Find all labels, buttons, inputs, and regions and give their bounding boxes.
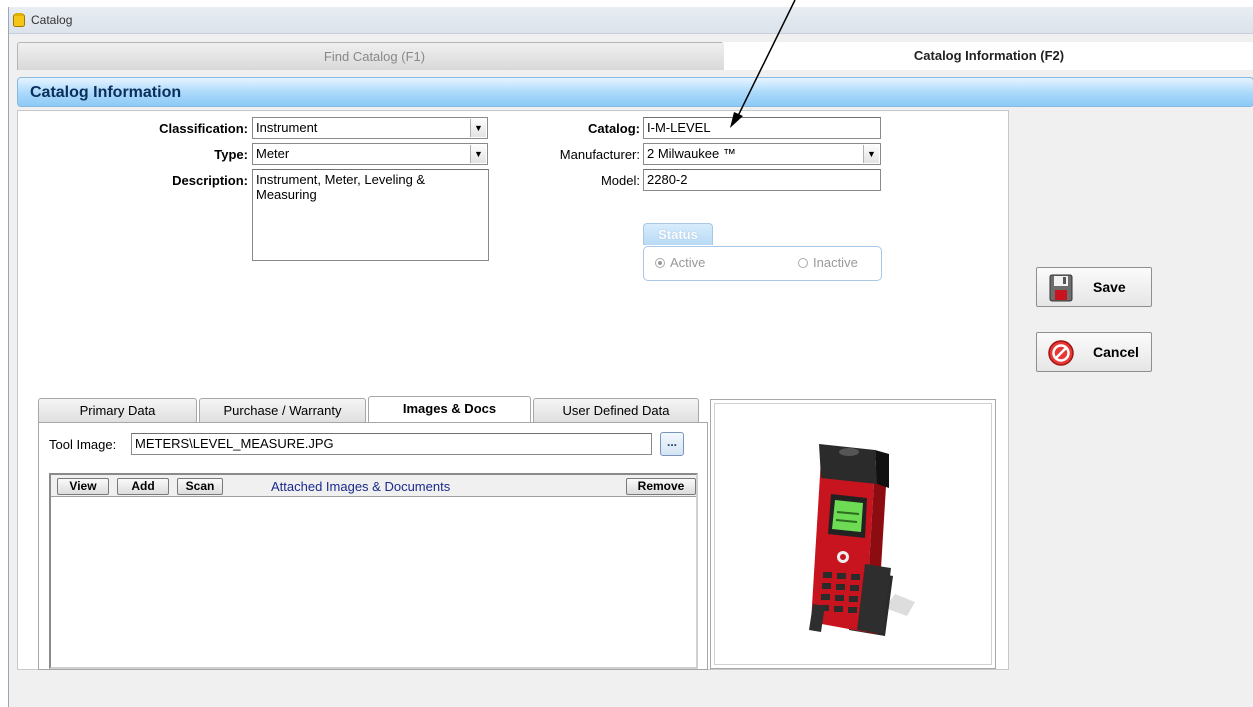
tab-find-catalog[interactable]: Find Catalog (F1): [17, 42, 732, 70]
tab-catalog-information[interactable]: Catalog Information (F2): [724, 42, 1253, 70]
combo-arrow-icon[interactable]: ▼: [863, 145, 879, 163]
type-combo[interactable]: Meter ▼: [252, 143, 488, 165]
view-button[interactable]: View: [57, 478, 109, 495]
save-disk-icon: [1049, 274, 1073, 302]
type-label: Type:: [214, 147, 248, 162]
add-button[interactable]: Add: [117, 478, 169, 495]
attached-documents-list[interactable]: View Add Scan Attached Images & Document…: [49, 473, 698, 669]
documents-list-title: Attached Images & Documents: [271, 479, 451, 494]
tool-image-inner-border: [714, 403, 992, 665]
tool-image-label: Tool Image:: [49, 437, 117, 452]
save-button[interactable]: Save: [1036, 267, 1152, 307]
status-active-radio[interactable]: Active: [655, 255, 705, 270]
section-title: Catalog Information: [30, 84, 182, 101]
model-label: Model:: [600, 173, 640, 188]
catalog-window: Catalog Find Catalog (F1) Catalog Inform…: [8, 7, 1253, 707]
section-header: Catalog Information: [17, 77, 1253, 107]
description-label: Description:: [172, 173, 248, 188]
scan-button[interactable]: Scan: [177, 478, 223, 495]
combo-arrow-icon[interactable]: ▼: [470, 145, 486, 163]
tab-user-defined-data[interactable]: User Defined Data: [533, 398, 699, 424]
combo-arrow-icon[interactable]: ▼: [470, 119, 486, 137]
documents-toolbar: View Add Scan Attached Images & Document…: [51, 475, 696, 497]
remove-button[interactable]: Remove: [626, 478, 696, 495]
browse-button[interactable]: ...: [660, 432, 684, 456]
classification-value: Instrument: [256, 120, 318, 135]
manufacturer-value: 2 Milwaukee ™: [647, 146, 736, 161]
cancel-button[interactable]: Cancel: [1036, 332, 1152, 372]
model-field[interactable]: 2280-2: [643, 169, 881, 191]
window-title: Catalog: [31, 13, 73, 27]
classification-label: Classification:: [159, 121, 248, 136]
status-inactive-radio[interactable]: Inactive: [798, 255, 858, 270]
tool-image-field[interactable]: METERS\LEVEL_MEASURE.JPG: [131, 433, 652, 455]
catalog-icon: [13, 13, 25, 27]
description-field[interactable]: Instrument, Meter, Leveling & Measuring: [252, 169, 489, 261]
tool-image-preview: [710, 399, 996, 669]
status-inactive-label: Inactive: [813, 255, 858, 270]
save-label: Save: [1093, 279, 1126, 295]
catalog-field[interactable]: I-M-LEVEL: [643, 117, 881, 139]
status-active-label: Active: [670, 255, 706, 270]
tab-images-docs[interactable]: Images & Docs: [368, 396, 531, 424]
tab-primary-data[interactable]: Primary Data: [38, 398, 197, 424]
manufacturer-combo[interactable]: 2 Milwaukee ™ ▼: [643, 143, 881, 165]
cancel-circle-icon: [1048, 340, 1074, 366]
radio-selected-icon: [655, 258, 665, 268]
title-bar: Catalog: [9, 7, 1253, 34]
images-docs-panel: Tool Image: METERS\LEVEL_MEASURE.JPG ...…: [38, 422, 708, 670]
classification-combo[interactable]: Instrument ▼: [252, 117, 488, 139]
manufacturer-label: Manufacturer:: [559, 147, 640, 162]
tab-purchase-warranty[interactable]: Purchase / Warranty: [199, 398, 366, 424]
type-value: Meter: [256, 146, 290, 161]
catalog-label: Catalog:: [588, 121, 640, 136]
radio-unselected-icon: [798, 258, 808, 268]
cancel-label: Cancel: [1093, 344, 1139, 360]
top-tabstrip: Find Catalog (F1) Catalog Information (F…: [9, 42, 1253, 74]
status-group-title: Status: [643, 223, 713, 245]
catalog-form-panel: Classification: Instrument ▼ Type: Meter…: [17, 110, 1009, 670]
laser-meter-image: [809, 444, 915, 636]
